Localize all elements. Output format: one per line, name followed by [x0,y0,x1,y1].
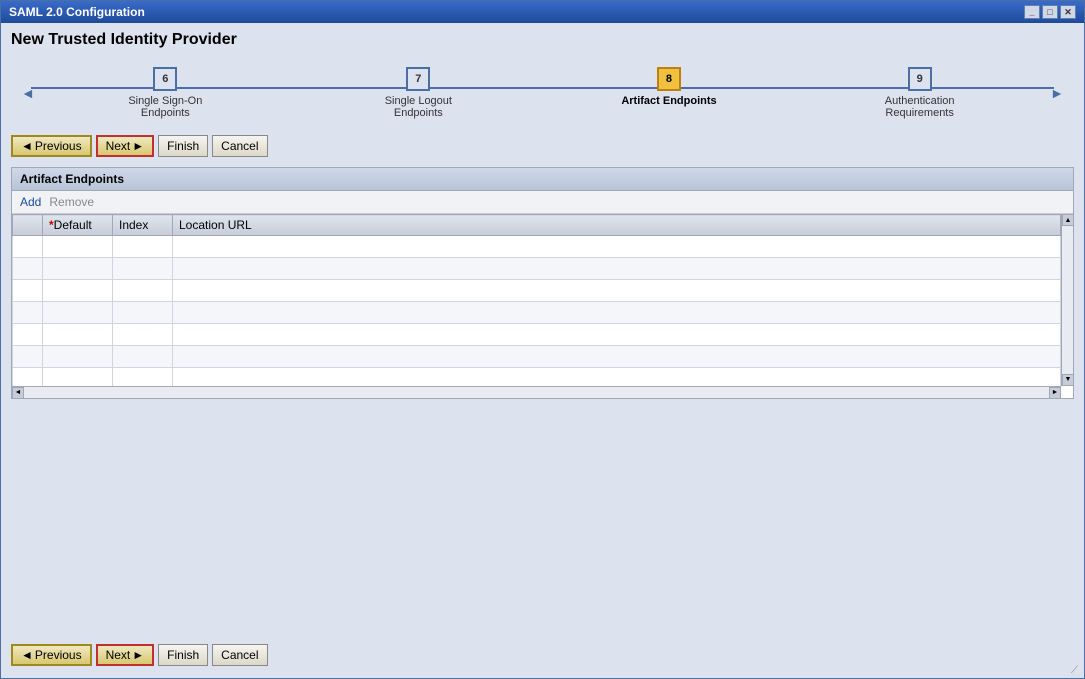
wizard-step-7[interactable]: 7 Single Logout Endpoints [368,67,468,119]
col-header-default: *Default [43,215,113,236]
scroll-track-vertical [1062,226,1073,374]
row-default [43,302,113,324]
horizontal-scrollbar[interactable]: ◄ ► [12,386,1061,398]
wizard-step-9[interactable]: 9 Authentication Requirements [870,67,970,119]
row-index [113,280,173,302]
scroll-down-button[interactable]: ▼ [1062,374,1073,386]
wizard-arrow-left-icon: ◄ [21,85,35,101]
step-6-number: 6 [153,67,177,91]
row-default [43,280,113,302]
table-row [13,258,1061,280]
col-default-label: Default [54,218,92,232]
row-selector[interactable] [13,324,43,346]
scroll-right-button[interactable]: ► [1049,387,1061,398]
col-header-location-url: Location URL [173,215,1061,236]
bottom-next-button[interactable]: Next ► [96,644,155,666]
bottom-previous-button[interactable]: ◄ Previous [11,644,92,666]
main-panel: Artifact Endpoints Add Remove *Default [11,167,1074,399]
step-7-label: Single Logout Endpoints [368,95,468,119]
row-index [113,346,173,368]
row-location-url [173,302,1061,324]
steps-container: 6 Single Sign-On Endpoints 7 Single Logo… [39,67,1046,119]
row-location-url [173,258,1061,280]
scroll-left-button[interactable]: ◄ [12,387,24,398]
close-button[interactable]: ✕ [1060,5,1076,19]
next-arrow-icon-bottom: ► [132,648,144,662]
table-row [13,236,1061,258]
top-previous-button[interactable]: ◄ Previous [11,135,92,157]
page-content: New Trusted Identity Provider ◄ 6 Single… [1,23,1084,678]
row-location-url [173,324,1061,346]
row-default [43,258,113,280]
row-default [43,346,113,368]
top-finish-button[interactable]: Finish [158,135,208,157]
bottom-finish-button[interactable]: Finish [158,644,208,666]
prev-arrow-icon: ◄ [21,139,33,153]
top-next-button[interactable]: Next ► [96,135,155,157]
row-location-url [173,280,1061,302]
wizard-steps: ◄ 6 Single Sign-On Endpoints 7 Single Lo… [11,59,1074,125]
row-index [113,258,173,280]
col-header-index: Index [113,215,173,236]
step-9-label: Authentication Requirements [870,95,970,119]
title-bar-controls: _ □ ✕ [1024,5,1076,19]
vertical-scrollbar[interactable]: ▲ ▼ [1061,214,1073,386]
row-location-url [173,236,1061,258]
row-selector[interactable] [13,258,43,280]
spacer [11,405,1074,635]
row-index [113,302,173,324]
step-9-number: 9 [908,67,932,91]
title-bar: SAML 2.0 Configuration _ □ ✕ [1,1,1084,23]
panel-header: Artifact Endpoints [12,168,1073,191]
row-location-url [173,346,1061,368]
top-cancel-button[interactable]: Cancel [212,135,267,157]
table-row [13,324,1061,346]
row-selector[interactable] [13,302,43,324]
row-selector[interactable] [13,280,43,302]
step-8-label: Artifact Endpoints [621,95,716,107]
next-arrow-icon: ► [132,139,144,153]
row-index [113,324,173,346]
step-8-number: 8 [657,67,681,91]
scroll-up-button[interactable]: ▲ [1062,214,1073,226]
title-bar-text: SAML 2.0 Configuration [9,5,145,19]
table-row [13,302,1061,324]
row-default [43,236,113,258]
maximize-button[interactable]: □ [1042,5,1058,19]
table-row [13,280,1061,302]
wizard-step-8[interactable]: 8 Artifact Endpoints [621,67,716,107]
bottom-toolbar: ◄ Previous Next ► Finish Cancel [11,640,1074,670]
row-selector[interactable] [13,236,43,258]
table-scroll-container: *Default Index Location URL [12,214,1061,398]
row-selector[interactable] [13,346,43,368]
page-title: New Trusted Identity Provider [11,31,1074,49]
minimize-button[interactable]: _ [1024,5,1040,19]
col-header-selector [13,215,43,236]
bottom-cancel-button[interactable]: Cancel [212,644,267,666]
add-button[interactable]: Add [20,195,41,209]
resize-handle[interactable]: ⟋ [1071,665,1083,677]
step-7-number: 7 [406,67,430,91]
wizard-arrow-right-icon: ► [1050,85,1064,101]
wizard-step-6[interactable]: 6 Single Sign-On Endpoints [115,67,215,119]
step-6-label: Single Sign-On Endpoints [115,95,215,119]
prev-arrow-icon-bottom: ◄ [21,648,33,662]
table-row [13,346,1061,368]
main-window: SAML 2.0 Configuration _ □ ✕ New Trusted… [0,0,1085,679]
top-toolbar: ◄ Previous Next ► Finish Cancel [11,131,1074,161]
data-table: *Default Index Location URL [12,214,1073,398]
artifact-table: *Default Index Location URL [12,214,1061,398]
scroll-track-horizontal [24,387,1049,398]
panel-toolbar: Add Remove [12,191,1073,214]
row-default [43,324,113,346]
remove-button[interactable]: Remove [49,195,94,209]
row-index [113,236,173,258]
